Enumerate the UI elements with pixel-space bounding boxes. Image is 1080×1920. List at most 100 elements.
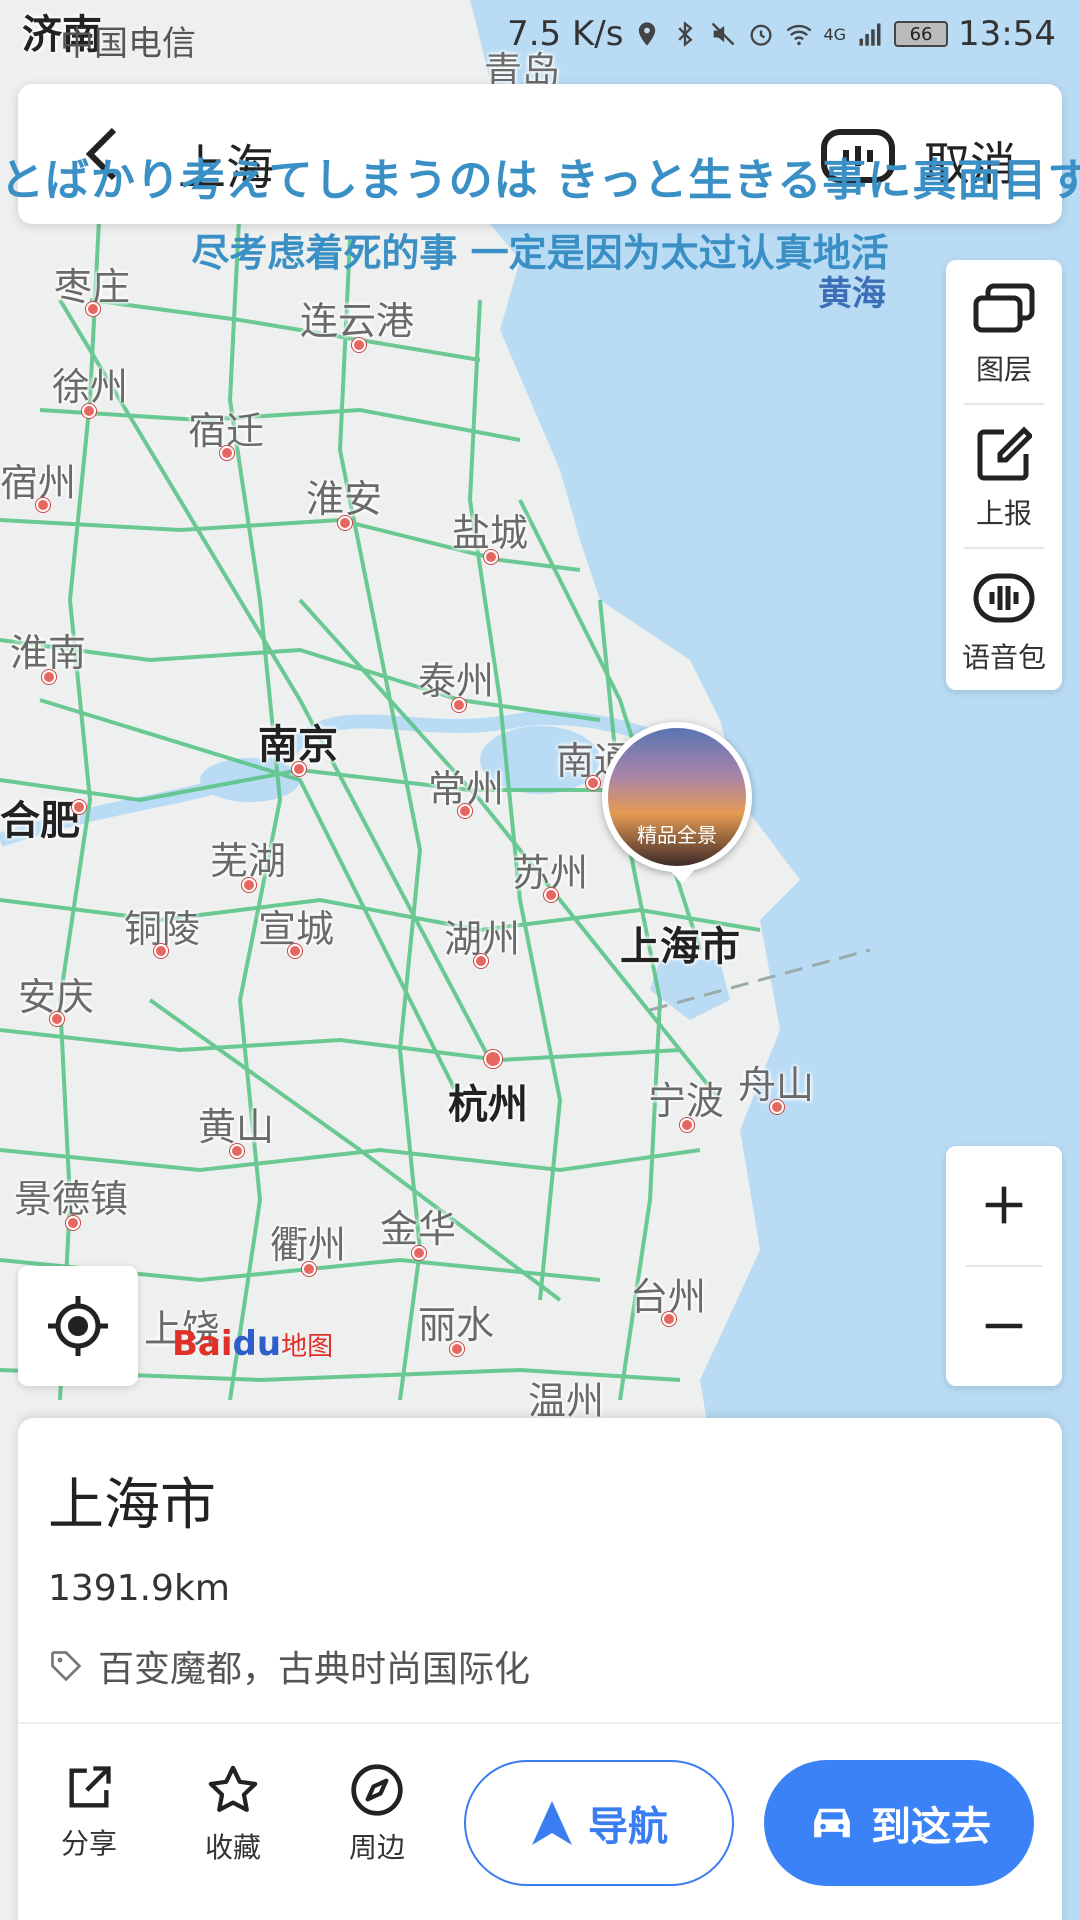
city-label[interactable]: 金华 — [380, 1198, 456, 1253]
place-tagline: 百变魔都，古典时尚国际化 — [48, 1640, 530, 1692]
compass-icon — [351, 1764, 403, 1816]
report-label: 上报 — [975, 497, 1032, 530]
city-label[interactable]: 徐州 — [52, 356, 128, 411]
voice-pack-icon — [973, 573, 1035, 623]
city-label[interactable]: 宁波 — [648, 1070, 724, 1125]
star-icon — [208, 1765, 258, 1812]
zoom-in-button[interactable] — [946, 1146, 1062, 1264]
navigate-button[interactable]: 导航 — [464, 1760, 734, 1886]
city-dot — [450, 1342, 464, 1356]
network-type: 4G — [823, 24, 847, 44]
city-label[interactable]: 盐城 — [452, 502, 528, 557]
city-label[interactable]: 泰州 — [418, 650, 494, 705]
logo-suffix: 地图 — [281, 1332, 334, 1362]
subtitle-japanese: とばかり考えてしまうのは きっと生きる事に真面目す — [0, 155, 1080, 206]
layers-label: 图层 — [975, 353, 1032, 386]
battery-icon: 66 — [894, 21, 949, 47]
tag-icon — [51, 1651, 82, 1682]
city-label[interactable]: 淮南 — [10, 622, 86, 677]
panorama-label: 精品全景 — [637, 823, 717, 847]
city-dot — [154, 944, 168, 958]
city-dot — [452, 698, 466, 712]
nearby-button[interactable]: 周边 — [322, 1762, 432, 1866]
favorite-label: 收藏 — [204, 1831, 261, 1864]
report-button[interactable]: 上报 — [946, 404, 1062, 546]
city-label[interactable]: 衢州 — [270, 1214, 346, 1269]
carrier-name: 中国电信 — [60, 24, 196, 64]
city-label[interactable]: 杭州 — [448, 1072, 528, 1130]
city-dot — [82, 404, 96, 418]
city-dot — [220, 446, 234, 460]
city-label[interactable]: 上海市 — [620, 914, 740, 972]
go-here-label: 到这去 — [871, 1804, 991, 1850]
status-bar: 中国电信 7.5 K/s 4G 66 13:54 — [0, 0, 1080, 72]
wifi-icon — [786, 24, 812, 46]
minus-icon — [985, 1323, 1023, 1329]
baidu-map-logo: Baidu地图 — [172, 1324, 333, 1364]
share-button[interactable]: 分享 — [34, 1762, 144, 1862]
logo-text: Bai — [172, 1324, 233, 1364]
layers-button[interactable]: 图层 — [946, 260, 1062, 402]
nearby-label: 周边 — [348, 1831, 405, 1864]
city-dot — [230, 1144, 244, 1158]
voice-pack-label: 语音包 — [961, 641, 1046, 674]
logo-paw: du — [232, 1324, 282, 1364]
city-dot — [288, 944, 302, 958]
zoom-control — [946, 1146, 1062, 1386]
city-label[interactable]: 温州 — [528, 1370, 604, 1425]
city-dot — [42, 670, 56, 684]
navigation-arrow-icon — [532, 1801, 572, 1845]
city-label[interactable]: 黄山 — [198, 1096, 274, 1151]
voice-pack-button[interactable]: 语音包 — [946, 548, 1062, 690]
map-tools-panel: 图层 上报 语音包 — [946, 260, 1062, 690]
city-dot — [86, 302, 100, 316]
tagline-text: 百变魔都，古典时尚国际化 — [98, 1649, 531, 1690]
location-icon — [639, 22, 656, 46]
place-detail-card[interactable]: 上海市 1391.9km 百变魔都，古典时尚国际化 分享 收藏 周边 导航 到这… — [18, 1418, 1062, 1920]
city-label[interactable]: 丽水 — [418, 1294, 494, 1349]
navigate-label: 导航 — [588, 1804, 668, 1850]
plus-icon — [985, 1186, 1023, 1224]
city-dot — [458, 804, 472, 818]
city-dot — [412, 1246, 426, 1260]
edit-report-icon — [977, 426, 1034, 481]
city-dot — [484, 550, 498, 564]
place-title: 上海市 — [48, 1473, 216, 1538]
city-dot — [352, 338, 366, 352]
city-label[interactable]: 芜湖 — [210, 830, 286, 885]
city-dot — [586, 776, 600, 790]
city-dot — [338, 516, 352, 530]
city-dot — [474, 954, 488, 968]
status-icons: 7.5 K/s 4G 66 13:54 — [507, 14, 1056, 54]
mute-icon — [712, 22, 735, 46]
network-speed: 7.5 K/s — [507, 14, 624, 54]
city-dot — [50, 1012, 64, 1026]
crosshair-icon — [48, 1296, 108, 1356]
city-dot — [770, 1100, 784, 1114]
zoom-out-button[interactable] — [946, 1267, 1062, 1385]
panorama-pointer — [668, 868, 696, 884]
share-label: 分享 — [60, 1827, 117, 1860]
city-dot — [662, 1312, 676, 1326]
layers-icon — [973, 283, 1035, 333]
go-here-button[interactable]: 到这去 — [764, 1760, 1034, 1886]
city-dot — [302, 1262, 316, 1276]
alarm-icon — [750, 24, 772, 46]
panorama-bubble[interactable]: 精品全景 — [602, 722, 752, 872]
city-label[interactable]: 合肥 — [0, 788, 80, 846]
city-label[interactable]: 景德镇 — [14, 1168, 128, 1223]
city-dot — [36, 498, 50, 512]
bluetooth-icon — [678, 21, 694, 47]
city-label[interactable]: 淮安 — [306, 468, 382, 523]
city-dot — [544, 888, 558, 902]
share-icon — [69, 1766, 111, 1808]
city-dot — [242, 878, 256, 892]
favorite-button[interactable]: 收藏 — [178, 1762, 288, 1866]
subtitle-chinese: 尽考虑着死的事 一定是因为太过认真地活 — [191, 231, 889, 275]
signal-icon — [859, 23, 881, 46]
car-icon — [814, 1808, 850, 1838]
city-dot — [72, 800, 86, 814]
city-label[interactable]: 连云港 — [300, 290, 414, 345]
locate-me-button[interactable] — [18, 1266, 138, 1386]
city-dot — [680, 1118, 694, 1132]
